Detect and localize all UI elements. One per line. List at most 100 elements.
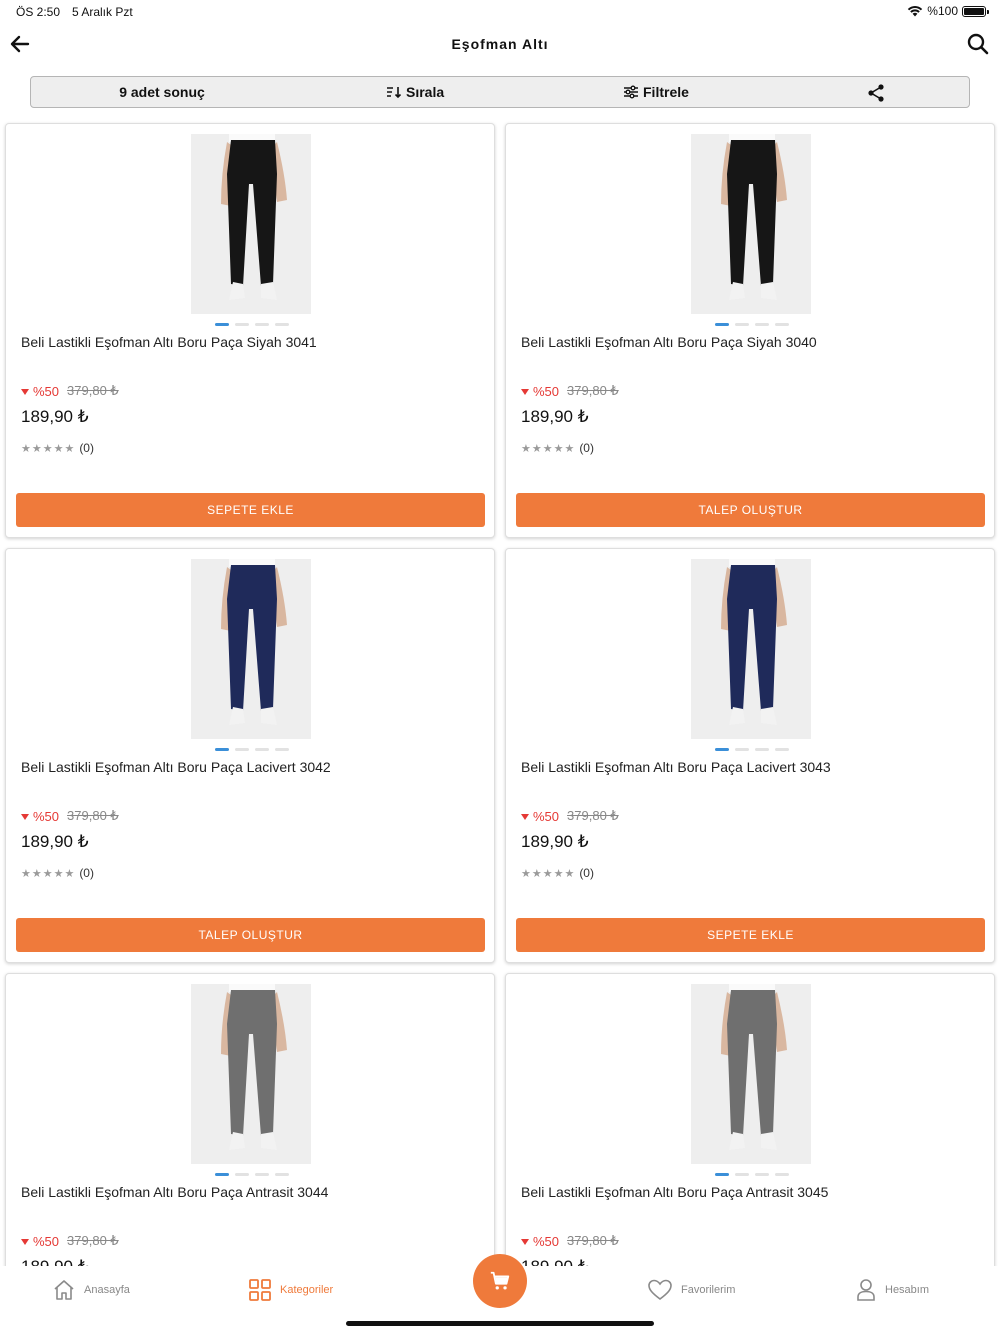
image-pager-dots: [215, 748, 289, 751]
rating: ★★★★★ (0): [521, 866, 594, 880]
discount-percent: %50: [533, 808, 560, 824]
add-to-cart-button[interactable]: SEPETE EKLE: [516, 918, 985, 952]
tab-label: Hesabım: [885, 1284, 930, 1296]
request-button[interactable]: TALEP OLUŞTUR: [516, 493, 985, 527]
rating: ★★★★★ (0): [521, 441, 594, 455]
discount-row: %50 379,80 ₺: [21, 383, 119, 399]
image-pager-dots: [215, 1173, 289, 1176]
down-arrow-icon: [521, 1239, 529, 1245]
product-name[interactable]: Beli Lastikli Eşofman Altı Boru Paça Siy…: [21, 334, 481, 350]
product-price: 189,90 ₺: [21, 407, 89, 426]
discount-row: %50 379,80 ₺: [521, 383, 619, 399]
product-image[interactable]: [191, 559, 311, 739]
product-image[interactable]: [691, 984, 811, 1164]
filter-label: Filtrele: [643, 84, 689, 100]
rating: ★★★★★ (0): [21, 441, 94, 455]
product-price: 189,90 ₺: [521, 407, 589, 426]
down-arrow-icon: [21, 389, 29, 395]
image-pager-dots: [715, 748, 789, 751]
image-pager-dots: [715, 323, 789, 326]
discount-row: %50 379,80 ₺: [21, 1233, 119, 1249]
product-name[interactable]: Beli Lastikli Eşofman Altı Boru Paça Lac…: [521, 759, 981, 775]
old-price: 379,80 ₺: [67, 383, 119, 398]
cart-icon: [490, 1271, 510, 1290]
user-icon: [857, 1279, 875, 1301]
old-price: 379,80 ₺: [567, 1233, 619, 1248]
rating: ★★★★★ (0): [21, 866, 94, 880]
down-arrow-icon: [521, 389, 529, 395]
request-button[interactable]: TALEP OLUŞTUR: [16, 918, 485, 952]
discount-percent: %50: [33, 383, 60, 399]
tab-label: Anasayfa: [84, 1284, 130, 1296]
discount-percent: %50: [33, 808, 60, 824]
rating-count: (0): [79, 866, 94, 880]
product-card[interactable]: Beli Lastikli Eşofman Altı Boru Paça Siy…: [5, 123, 495, 538]
battery-percent: %100: [927, 4, 958, 18]
discount-percent: %50: [533, 1233, 560, 1249]
image-pager-dots: [715, 1173, 789, 1176]
star-rating-icon: ★★★★★: [21, 442, 76, 455]
old-price: 379,80 ₺: [567, 383, 619, 398]
image-pager-dots: [215, 323, 289, 326]
status-date: 5 Aralık Pzt: [72, 5, 133, 19]
filter-sliders-icon: [624, 85, 638, 99]
star-rating-icon: ★★★★★: [21, 867, 76, 880]
old-price: 379,80 ₺: [67, 1233, 119, 1248]
discount-row: %50 379,80 ₺: [521, 1233, 619, 1249]
wifi-icon: [908, 6, 923, 17]
old-price: 379,80 ₺: [67, 808, 119, 823]
discount-row: %50 379,80 ₺: [521, 808, 619, 824]
filter-button[interactable]: Filtrele: [623, 84, 689, 100]
product-image[interactable]: [191, 984, 311, 1164]
sort-button[interactable]: Sırala: [386, 84, 444, 100]
product-price: 189,90 ₺: [21, 832, 89, 851]
rating-count: (0): [579, 866, 594, 880]
grid-icon: [249, 1279, 271, 1301]
cart-button[interactable]: [473, 1254, 527, 1308]
page-title: Eşofman Altı: [451, 36, 549, 52]
product-image[interactable]: [691, 134, 811, 314]
result-count: 9 adet sonuç: [119, 84, 205, 100]
tab-label: Favorilerim: [681, 1284, 736, 1296]
star-rating-icon: ★★★★★: [521, 442, 576, 455]
share-icon[interactable]: [866, 83, 886, 103]
tab-label: Kategoriler: [280, 1284, 334, 1296]
battery-icon: [962, 5, 989, 17]
nav-bar: Eşofman Altı: [0, 26, 1000, 64]
tab-home[interactable]: Anasayfa: [52, 1278, 130, 1302]
add-to-cart-button[interactable]: SEPETE EKLE: [16, 493, 485, 527]
product-name[interactable]: Beli Lastikli Eşofman Altı Boru Paça Ant…: [521, 1184, 981, 1200]
down-arrow-icon: [21, 814, 29, 820]
product-price: 189,90 ₺: [521, 832, 589, 851]
down-arrow-icon: [21, 1239, 29, 1245]
down-arrow-icon: [521, 814, 529, 820]
product-card[interactable]: Beli Lastikli Eşofman Altı Boru Paça Siy…: [505, 123, 995, 538]
results-toolbar: 9 adet sonuç Sırala Filtrele: [30, 76, 970, 108]
status-indicators: %100: [907, 4, 989, 18]
product-card[interactable]: Beli Lastikli Eşofman Altı Boru Paça Lac…: [5, 548, 495, 963]
home-icon: [54, 1280, 74, 1300]
rating-count: (0): [79, 441, 94, 455]
star-rating-icon: ★★★★★: [521, 867, 576, 880]
product-image[interactable]: [191, 134, 311, 314]
heart-icon: [648, 1279, 672, 1301]
discount-row: %50 379,80 ₺: [21, 808, 119, 824]
product-name[interactable]: Beli Lastikli Eşofman Altı Boru Paça Lac…: [21, 759, 481, 775]
tab-categories[interactable]: Kategoriler: [248, 1278, 333, 1302]
home-indicator: [346, 1321, 654, 1326]
tab-account[interactable]: Hesabım: [855, 1278, 929, 1302]
rating-count: (0): [579, 441, 594, 455]
product-card[interactable]: Beli Lastikli Eşofman Altı Boru Paça Lac…: [505, 548, 995, 963]
status-time: ÖS 2:50: [16, 5, 61, 19]
discount-percent: %50: [33, 1233, 60, 1249]
search-icon[interactable]: [966, 32, 990, 56]
product-image[interactable]: [691, 559, 811, 739]
product-name[interactable]: Beli Lastikli Eşofman Altı Boru Paça Siy…: [521, 334, 981, 350]
tab-favorites[interactable]: Favorilerim: [647, 1278, 735, 1302]
sort-icon: [387, 87, 402, 99]
status-bar: ÖS 2:50 5 Aralık Pzt %100: [0, 0, 1000, 24]
sort-label: Sırala: [406, 84, 445, 100]
product-name[interactable]: Beli Lastikli Eşofman Altı Boru Paça Ant…: [21, 1184, 481, 1200]
discount-percent: %50: [533, 383, 560, 399]
old-price: 379,80 ₺: [567, 808, 619, 823]
